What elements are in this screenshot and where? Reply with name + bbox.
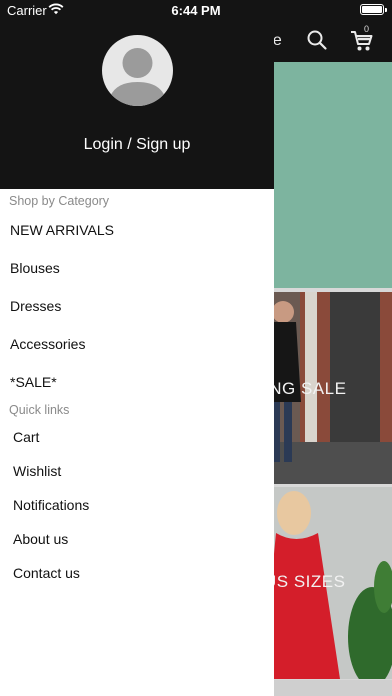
quick-link-cart[interactable]: Cart <box>0 420 274 454</box>
quick-link-notifications[interactable]: Notifications <box>0 488 274 522</box>
category-sale[interactable]: *SALE* <box>0 365 274 399</box>
spring-sale-text: ING SALE <box>264 379 347 398</box>
category-dresses[interactable]: Dresses <box>0 289 274 323</box>
search-icon[interactable] <box>306 29 328 51</box>
user-placeholder-icon <box>108 48 167 106</box>
quick-links-label: Quick links <box>9 403 70 417</box>
quick-link-contact-us[interactable]: Contact us <box>0 556 274 590</box>
category-new-arrivals[interactable]: NEW ARRIVALS <box>0 213 274 247</box>
battery-icon <box>360 4 387 15</box>
category-blouses[interactable]: Blouses <box>0 251 274 285</box>
cart-count-badge: 0 <box>364 24 370 34</box>
cart-icon <box>350 30 374 57</box>
quick-link-about-us[interactable]: About us <box>0 522 274 556</box>
status-bar: Carrier 6:44 PM <box>0 0 392 20</box>
cart-button[interactable]: 0 <box>350 24 380 52</box>
quick-link-wishlist[interactable]: Wishlist <box>0 454 274 488</box>
navigation-drawer: Login / Sign up Shop by Category NEW ARR… <box>0 0 274 696</box>
plus-sizes-text: US SIZES <box>264 572 346 591</box>
login-signup-link[interactable]: Login / Sign up <box>0 136 274 154</box>
shop-by-category-label: Shop by Category <box>9 194 110 208</box>
avatar[interactable] <box>102 35 173 106</box>
category-accessories[interactable]: Accessories <box>0 327 274 361</box>
drawer-header: Login / Sign up <box>0 0 274 189</box>
status-time: 6:44 PM <box>171 3 221 18</box>
